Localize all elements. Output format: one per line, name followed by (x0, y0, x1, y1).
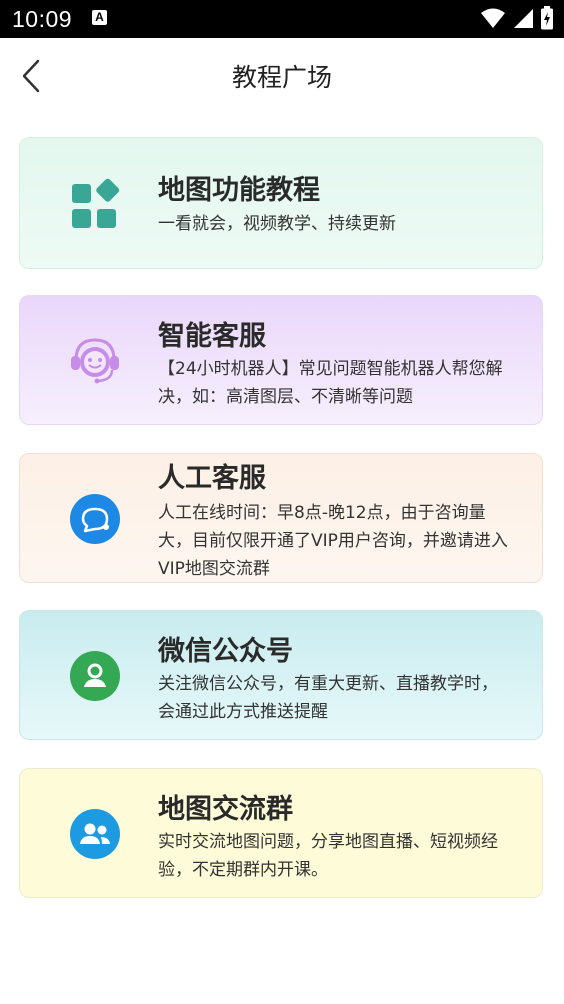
card-title: 人工客服 (158, 463, 266, 494)
page-title: 教程广场 (231, 63, 332, 92)
notification-icon: A (92, 10, 107, 25)
chat-bubble-icon (68, 492, 122, 546)
group-icon (68, 807, 122, 861)
card-wechat-official[interactable]: 微信公众号 关注微信公众号，有重大更新、直播教学时，会通过此方式推送提醒 (19, 610, 543, 740)
card-human-service[interactable]: 人工客服 人工在线时间：早8点-晚12点，由于咨询量大，目前仅限开通了VIP用户… (19, 453, 543, 583)
card-desc: 一看就会，视频教学、持续更新 (158, 214, 396, 234)
card-title: 微信公众号 (158, 636, 293, 667)
status-icons (480, 6, 554, 30)
header: 教程广场 (0, 38, 564, 112)
card-map-tutorial[interactable]: 地图功能教程 一看就会，视频教学、持续更新 (19, 137, 543, 269)
card-title: 智能客服 (158, 321, 266, 352)
card-smart-service[interactable]: 智能客服 【24小时机器人】常见问题智能机器人帮您解决，如：高清图层、不清晰等问… (19, 295, 543, 425)
battery-icon (541, 6, 553, 30)
card-desc: 【24小时机器人】常见问题智能机器人帮您解决，如：高清图层、不清晰等问题 (158, 359, 503, 407)
person-icon (68, 649, 122, 703)
status-bar: 10:09 A (0, 0, 564, 38)
robot-headset-icon (68, 334, 122, 388)
card-map-group[interactable]: 地图交流群 实时交流地图问题，分享地图直播、短视频经验，不定期群内开课。 (19, 768, 543, 898)
signal-icon (514, 9, 533, 28)
wifi-icon (481, 8, 505, 28)
card-desc: 关注微信公众号，有重大更新、直播教学时，会通过此方式推送提醒 (158, 674, 498, 722)
card-desc: 实时交流地图问题，分享地图直播、短视频经验，不定期群内开课。 (158, 832, 498, 880)
card-list: 地图功能教程 一看就会，视频教学、持续更新 智能客服 【24小时机器人】常见问题… (19, 137, 545, 898)
card-title: 地图交流群 (158, 794, 293, 825)
card-desc: 人工在线时间：早8点-晚12点，由于咨询量大，目前仅限开通了VIP用户咨询，并邀… (158, 503, 508, 579)
apps-grid-icon (68, 178, 122, 232)
card-title: 地图功能教程 (158, 175, 320, 206)
status-time: 10:09 (12, 6, 73, 32)
